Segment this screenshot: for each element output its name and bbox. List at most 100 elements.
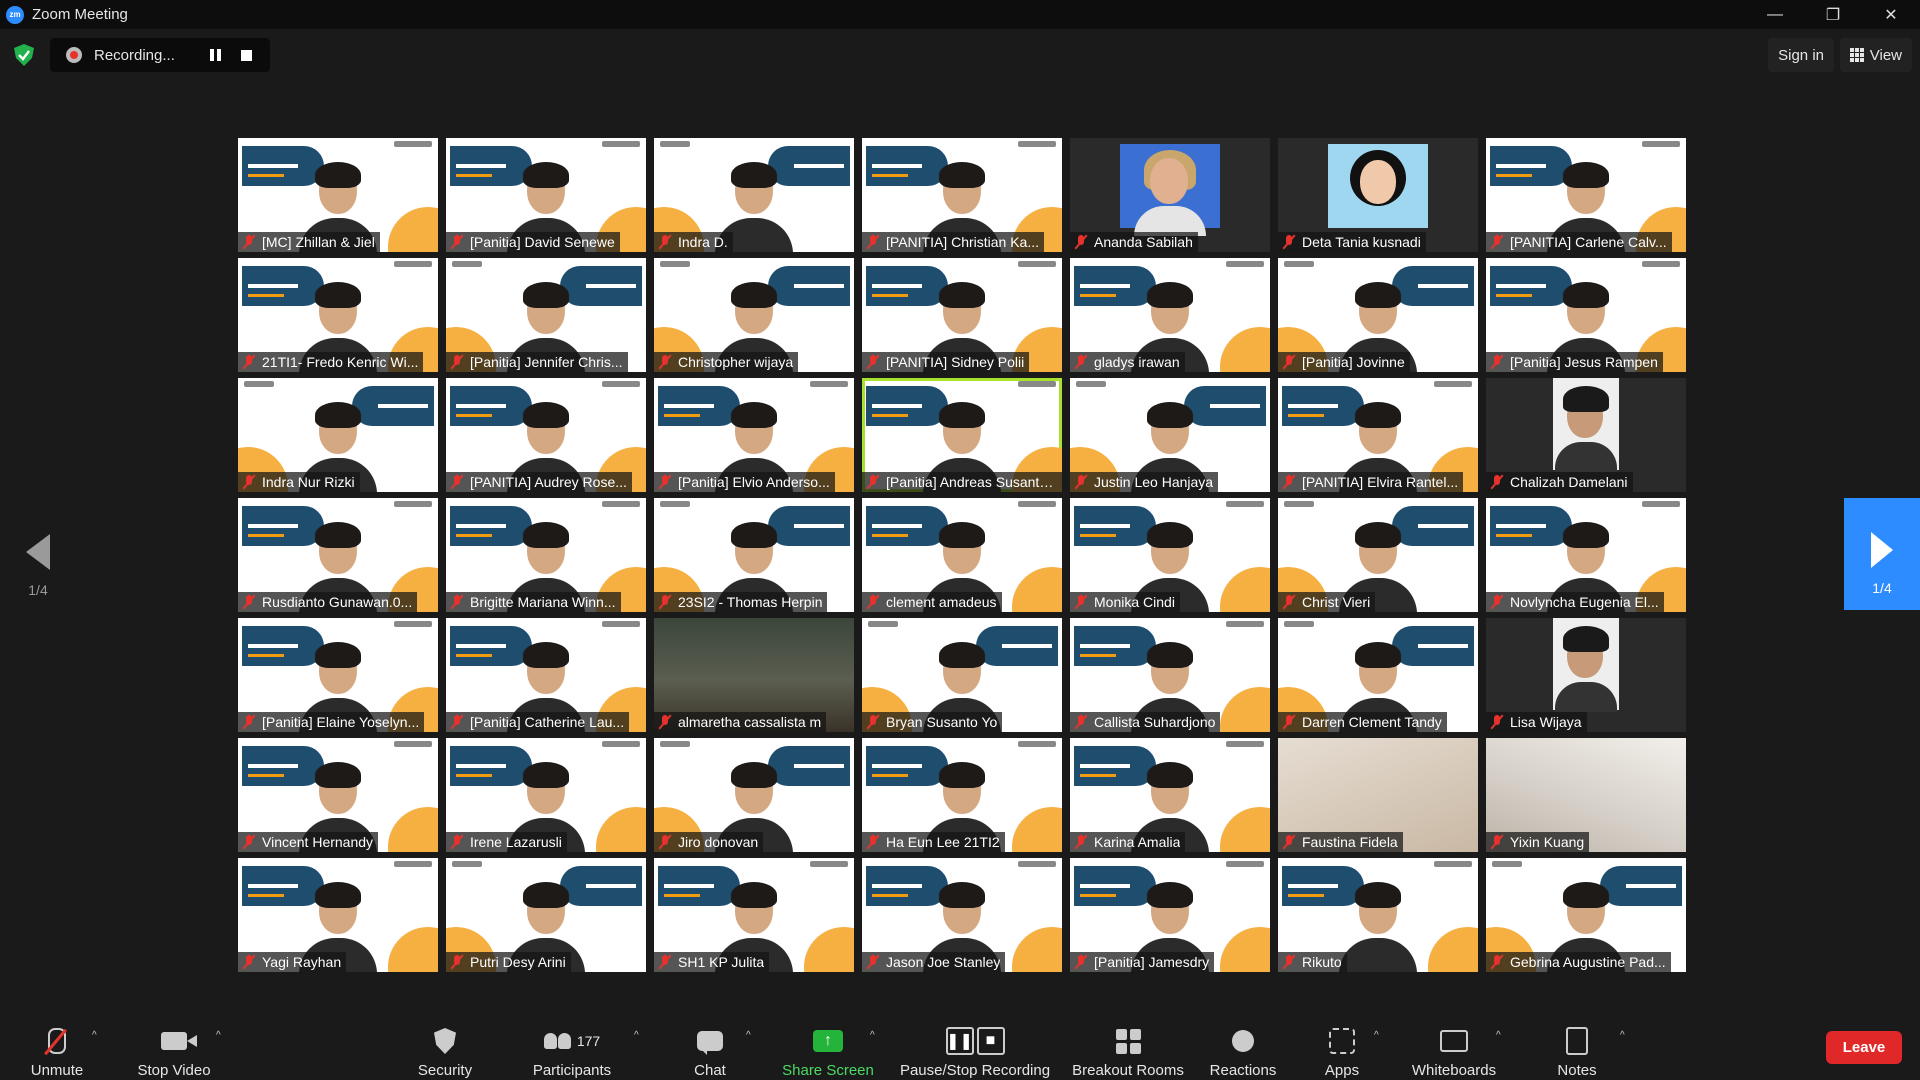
- participant-video-tile[interactable]: Ananda Sabilah: [1070, 138, 1270, 252]
- participant-video-tile[interactable]: [Panitia] Jovinne: [1278, 258, 1478, 372]
- participant-video-tile[interactable]: Bryan Susanto Yo: [862, 618, 1062, 732]
- participant-video-tile[interactable]: Putri Desy Arini: [446, 858, 646, 972]
- participant-video-tile[interactable]: Yagi Rayhan: [238, 858, 438, 972]
- minimize-button[interactable]: —: [1746, 0, 1804, 29]
- participant-video-tile[interactable]: [Panitia] Jamesdry: [1070, 858, 1270, 972]
- participant-video-tile[interactable]: [PANITIA] Audrey Rose...: [446, 378, 646, 492]
- participant-video-tile[interactable]: Christopher wijaya: [654, 258, 854, 372]
- sign-in-button[interactable]: Sign in: [1768, 38, 1834, 72]
- participant-video-tile[interactable]: Yixin Kuang: [1486, 738, 1686, 852]
- encryption-shield-icon[interactable]: [14, 44, 34, 66]
- participant-video-tile[interactable]: Karina Amalia: [1070, 738, 1270, 852]
- participant-video-tile[interactable]: [Panitia] Elaine Yoselyn...: [238, 618, 438, 732]
- microphone-muted-icon: [1074, 234, 1088, 250]
- notes-button[interactable]: Notes: [1554, 1008, 1600, 1080]
- participant-video-tile[interactable]: gladys irawan: [1070, 258, 1270, 372]
- participant-name-tag: [Panitia] Andreas Susanto ...: [862, 472, 1062, 492]
- leave-meeting-button[interactable]: Leave: [1826, 1031, 1902, 1064]
- participant-video-tile[interactable]: Faustina Fidela: [1278, 738, 1478, 852]
- participant-video-tile[interactable]: [PANITIA] Sidney Polii: [862, 258, 1062, 372]
- participant-video-tile[interactable]: Rikuto: [1278, 858, 1478, 972]
- notes-options-caret[interactable]: ^: [1620, 1030, 1625, 1041]
- participant-video-tile[interactable]: almaretha cassalista m: [654, 618, 854, 732]
- microphone-muted-icon: [1490, 714, 1504, 730]
- breakout-rooms-icon: [1115, 1028, 1141, 1054]
- stop-recording-button[interactable]: [241, 49, 252, 61]
- participant-video-tile[interactable]: Gebrina Augustine Pad...: [1486, 858, 1686, 972]
- participant-video-tile[interactable]: [Panitia] Jesus Rampen: [1486, 258, 1686, 372]
- breakout-rooms-button[interactable]: Breakout Rooms: [1070, 1008, 1186, 1080]
- participant-video-tile[interactable]: [MC] Zhillan & Jiel: [238, 138, 438, 252]
- close-button[interactable]: ✕: [1862, 0, 1920, 29]
- microphone-muted-icon: [658, 714, 672, 730]
- participant-video-tile[interactable]: Monika Cindi: [1070, 498, 1270, 612]
- participant-video-tile[interactable]: Jiro donovan: [654, 738, 854, 852]
- chat-button[interactable]: Chat: [690, 1008, 730, 1080]
- participant-video-tile[interactable]: Deta Tania kusnadi: [1278, 138, 1478, 252]
- microphone-muted-icon: [450, 834, 464, 850]
- apps-options-caret[interactable]: ^: [1374, 1030, 1379, 1041]
- participant-video-tile[interactable]: [Panitia] Elvio Anderso...: [654, 378, 854, 492]
- participant-name-tag: [Panitia] Elvio Anderso...: [654, 472, 835, 492]
- participant-video-tile[interactable]: Indra D.: [654, 138, 854, 252]
- participant-video-tile[interactable]: Brigitte Mariana Winn...: [446, 498, 646, 612]
- participants-options-caret[interactable]: ^: [634, 1030, 639, 1041]
- pause-stop-recording-label: Pause/Stop Recording: [899, 1062, 1051, 1079]
- whiteboards-button[interactable]: Whiteboards: [1408, 1008, 1500, 1080]
- previous-page-button[interactable]: 1/4: [18, 530, 58, 610]
- unmute-button[interactable]: Unmute: [22, 1008, 92, 1080]
- security-button[interactable]: Security: [410, 1008, 480, 1080]
- share-screen-icon: ↑: [813, 1030, 843, 1052]
- participant-video-tile[interactable]: Jason Joe Stanley: [862, 858, 1062, 972]
- recording-dot-icon: [66, 47, 82, 63]
- participant-video-tile[interactable]: Darren Clement Tandy: [1278, 618, 1478, 732]
- apps-button[interactable]: Apps: [1322, 1008, 1362, 1080]
- participant-video-tile[interactable]: SH1 KP Julita: [654, 858, 854, 972]
- pause-recording-button[interactable]: [207, 47, 223, 63]
- next-page-button[interactable]: 1/4: [1844, 498, 1920, 610]
- participant-video-tile[interactable]: [PANITIA] Carlene Calv...: [1486, 138, 1686, 252]
- participant-video-tile[interactable]: 23SI2 - Thomas Herpin: [654, 498, 854, 612]
- whiteboard-options-caret[interactable]: ^: [1496, 1030, 1501, 1041]
- share-screen-button[interactable]: ↑ Share Screen: [782, 1008, 874, 1080]
- participant-video-tile[interactable]: Rusdianto Gunawan.0...: [238, 498, 438, 612]
- view-button[interactable]: View: [1839, 38, 1912, 72]
- participant-video-tile[interactable]: Indra Nur Rizki: [238, 378, 438, 492]
- chat-options-caret[interactable]: ^: [746, 1030, 751, 1041]
- participant-video-tile[interactable]: Callista Suhardjono: [1070, 618, 1270, 732]
- whiteboards-label: Whiteboards: [1411, 1062, 1497, 1079]
- microphone-muted-icon: [1282, 594, 1296, 610]
- stop-video-button[interactable]: Stop Video: [134, 1008, 214, 1080]
- participant-video-tile[interactable]: Irene Lazarusli: [446, 738, 646, 852]
- reactions-button[interactable]: Reactions: [1208, 1008, 1278, 1080]
- audio-options-caret[interactable]: ^: [92, 1030, 97, 1041]
- participant-video-tile[interactable]: [PANITIA] Christian Ka...: [862, 138, 1062, 252]
- microphone-muted-icon: [1490, 234, 1504, 250]
- participant-video-tile[interactable]: Lisa Wijaya: [1486, 618, 1686, 732]
- participant-video-tile[interactable]: [PANITIA] Elvira Rantel...: [1278, 378, 1478, 492]
- microphone-muted-icon: [658, 234, 672, 250]
- maximize-button[interactable]: ❐: [1804, 0, 1862, 29]
- participant-name: Yixin Kuang: [1510, 834, 1585, 850]
- participant-video-tile[interactable]: Justin Leo Hanjaya: [1070, 378, 1270, 492]
- pause-stop-icon: ❚❚ ■: [945, 1027, 1005, 1055]
- participant-video-tile[interactable]: [Panitia] Andreas Susanto ...: [862, 378, 1062, 492]
- participant-video-tile[interactable]: Vincent Hernandy: [238, 738, 438, 852]
- participant-name-tag: Faustina Fidela: [1278, 832, 1403, 852]
- participants-button[interactable]: 177 Participants: [530, 1008, 614, 1080]
- participant-video-tile[interactable]: Christ Vieri: [1278, 498, 1478, 612]
- participant-video-tile[interactable]: Novlyncha Eugenia El...: [1486, 498, 1686, 612]
- participant-name: 21TI1- Fredo Kenric Wi...: [262, 354, 419, 370]
- participant-video-tile[interactable]: [Panitia] Jennifer Chris...: [446, 258, 646, 372]
- video-options-caret[interactable]: ^: [216, 1030, 221, 1041]
- share-options-caret[interactable]: ^: [870, 1030, 875, 1041]
- participant-video-tile[interactable]: Chalizah Damelani: [1486, 378, 1686, 492]
- participant-video-tile[interactable]: 21TI1- Fredo Kenric Wi...: [238, 258, 438, 372]
- participant-name: [PANITIA] Carlene Calv...: [1510, 234, 1667, 250]
- participant-video-tile[interactable]: Ha Eun Lee 21TI2: [862, 738, 1062, 852]
- participant-name: Ha Eun Lee 21TI2: [886, 834, 1000, 850]
- participant-video-tile[interactable]: clement amadeus: [862, 498, 1062, 612]
- participant-video-tile[interactable]: [Panitia] Catherine Lau...: [446, 618, 646, 732]
- pause-stop-recording-button[interactable]: ❚❚ ■ Pause/Stop Recording: [900, 1008, 1050, 1080]
- participant-video-tile[interactable]: [Panitia] David Senewe: [446, 138, 646, 252]
